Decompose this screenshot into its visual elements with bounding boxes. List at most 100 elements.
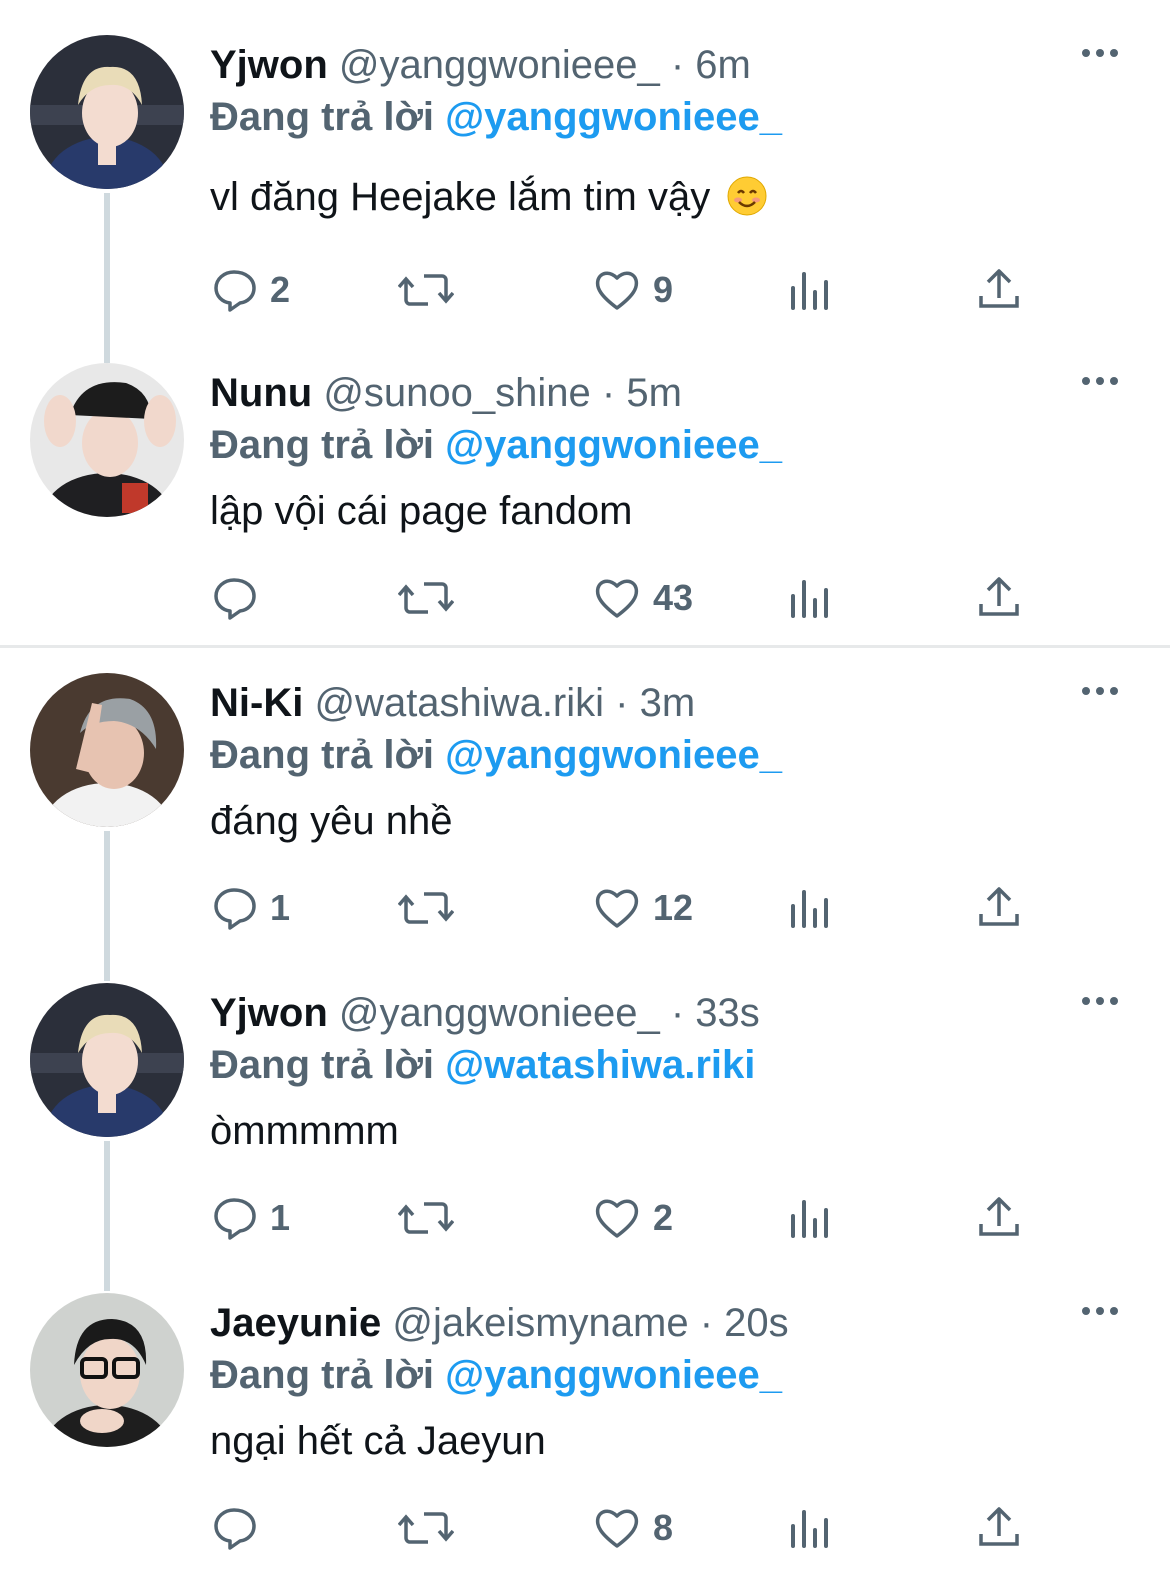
handle-time[interactable]: @yanggwonieee_ · 6m xyxy=(339,43,751,87)
views-icon xyxy=(791,1510,828,1548)
reply-icon xyxy=(214,1198,256,1240)
avatar[interactable] xyxy=(30,35,184,189)
views-icon xyxy=(791,890,828,928)
tweet-header: Yjwon @yanggwonieee_ · 33s xyxy=(210,991,760,1035)
views-button[interactable] xyxy=(785,568,833,628)
share-button[interactable] xyxy=(975,260,1023,320)
replying-to-handle[interactable]: @yanggwonieee_ xyxy=(445,1353,782,1397)
replying-to: Đang trả lời @yanggwonieee_ xyxy=(210,95,782,139)
replying-to-handle[interactable]: @yanggwonieee_ xyxy=(445,423,782,467)
tweet-actions: 1 12 xyxy=(210,878,1110,938)
tweet-header: Nunu @sunoo_shine · 5m xyxy=(210,371,682,415)
tweet-text: lập vội cái page fandom xyxy=(210,489,633,533)
more-icon[interactable] xyxy=(1080,1301,1120,1321)
share-icon xyxy=(979,1197,1019,1236)
display-name[interactable]: Yjwon xyxy=(210,43,328,87)
reply-icon xyxy=(214,888,256,930)
replying-prefix: Đang trả lời xyxy=(210,733,446,777)
replying-to-handle[interactable]: @yanggwonieee_ xyxy=(445,95,782,139)
replying-to-handle[interactable]: @yanggwonieee_ xyxy=(445,733,782,777)
retweet-icon xyxy=(398,892,454,924)
share-button[interactable] xyxy=(975,878,1023,938)
more-icon[interactable] xyxy=(1080,991,1120,1011)
tweet-text-content: vl đăng Heejake lắm tim vậy xyxy=(210,175,711,219)
replying-prefix: Đang trả lời xyxy=(210,1043,446,1087)
retweet-icon xyxy=(398,1202,454,1234)
display-name[interactable]: Ni-Ki xyxy=(210,681,303,725)
handle-time[interactable]: @yanggwonieee_ · 33s xyxy=(339,991,760,1035)
like-count: 2 xyxy=(653,1197,674,1238)
share-button[interactable] xyxy=(975,568,1023,628)
views-button[interactable] xyxy=(785,1498,833,1558)
like-icon xyxy=(595,1509,639,1548)
like-button[interactable]: 12 xyxy=(593,878,693,938)
like-button[interactable]: 2 xyxy=(593,1188,673,1248)
like-icon xyxy=(595,1199,639,1238)
share-icon xyxy=(979,269,1019,308)
like-count: 9 xyxy=(653,269,674,310)
replying-prefix: Đang trả lời xyxy=(210,423,446,467)
views-button[interactable] xyxy=(785,1188,833,1248)
tweet-text: òmmmmm xyxy=(210,1109,399,1153)
views-icon xyxy=(791,272,828,310)
retweet-button[interactable] xyxy=(398,878,466,938)
reply-button[interactable]: 1 xyxy=(210,878,290,938)
retweet-button[interactable] xyxy=(398,1188,466,1248)
more-icon[interactable] xyxy=(1080,371,1120,391)
like-count: 8 xyxy=(653,1507,674,1548)
reply-count: 1 xyxy=(270,887,291,928)
more-icon[interactable] xyxy=(1080,43,1120,63)
reply-button[interactable] xyxy=(210,568,270,628)
display-name[interactable]: Nunu xyxy=(210,371,312,415)
reply-count: 1 xyxy=(270,1197,291,1238)
tweet-actions: 1 2 xyxy=(210,1188,1110,1248)
avatar[interactable] xyxy=(30,983,184,1137)
replying-to: Đang trả lời @watashiwa.riki xyxy=(210,1043,755,1087)
views-button[interactable] xyxy=(785,260,833,320)
reply-icon xyxy=(214,1508,256,1550)
reply-button[interactable] xyxy=(210,1498,270,1558)
like-icon xyxy=(595,889,639,928)
retweet-button[interactable] xyxy=(398,260,466,320)
retweet-icon xyxy=(398,1512,454,1544)
avatar[interactable] xyxy=(30,673,184,827)
views-button[interactable] xyxy=(785,878,833,938)
avatar[interactable] xyxy=(30,1293,184,1447)
display-name[interactable]: Jaeyunie xyxy=(210,1301,381,1345)
tweet-header: Jaeyunie @jakeismyname · 20s xyxy=(210,1301,789,1345)
thread-line xyxy=(104,1141,110,1291)
reply-button[interactable]: 2 xyxy=(210,260,290,320)
like-icon xyxy=(595,271,639,310)
retweet-icon xyxy=(398,274,454,306)
views-icon xyxy=(791,580,828,618)
reply-button[interactable]: 1 xyxy=(210,1188,290,1248)
retweet-button[interactable] xyxy=(398,1498,466,1558)
reply-icon xyxy=(214,270,256,312)
replying-to-handle[interactable]: @watashiwa.riki xyxy=(445,1043,755,1087)
handle-time[interactable]: @jakeismyname · 20s xyxy=(392,1301,788,1345)
like-count: 12 xyxy=(653,887,694,928)
like-button[interactable]: 8 xyxy=(593,1498,673,1558)
tweet-header: Ni-Ki @watashiwa.riki · 3m xyxy=(210,681,695,725)
tweet-text: vl đăng Heejake lắm tim vậy xyxy=(210,175,767,219)
replying-to: Đang trả lời @yanggwonieee_ xyxy=(210,733,782,777)
like-button[interactable]: 43 xyxy=(593,568,693,628)
like-button[interactable]: 9 xyxy=(593,260,673,320)
thread-line xyxy=(104,831,110,981)
share-icon xyxy=(979,577,1019,616)
tweet-text: ngại hết cả Jaeyun xyxy=(210,1419,546,1463)
retweet-icon xyxy=(398,582,454,614)
handle-time[interactable]: @sunoo_shine · 5m xyxy=(323,371,682,415)
retweet-button[interactable] xyxy=(398,568,466,628)
display-name[interactable]: Yjwon xyxy=(210,991,328,1035)
tweet-header: Yjwon @yanggwonieee_ · 6m xyxy=(210,43,751,87)
divider xyxy=(0,645,1170,648)
handle-time[interactable]: @watashiwa.riki · 3m xyxy=(314,681,695,725)
share-button[interactable] xyxy=(975,1188,1023,1248)
replying-prefix: Đang trả lời xyxy=(210,1353,446,1397)
share-button[interactable] xyxy=(975,1498,1023,1558)
reply-count: 2 xyxy=(270,269,291,310)
more-icon[interactable] xyxy=(1080,681,1120,701)
smiling-face-emoji xyxy=(727,176,767,216)
avatar[interactable] xyxy=(30,363,184,517)
